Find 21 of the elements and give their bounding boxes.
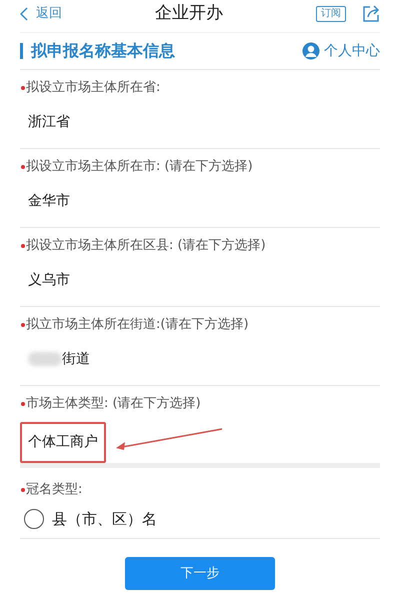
radio-button[interactable] — [24, 508, 44, 529]
share-icon[interactable] — [362, 5, 380, 23]
field-value[interactable]: 街道 — [62, 350, 90, 366]
field-value[interactable]: 浙江省 — [20, 112, 70, 132]
back-link[interactable]: 返回 — [20, 4, 62, 24]
section-title: 拟申报名称基本信息 — [20, 43, 175, 59]
field-value[interactable]: 个体工商户 — [20, 422, 106, 462]
field-label: 拟设立市场主体所在省: — [26, 79, 160, 97]
back-icon[interactable] — [20, 7, 28, 21]
field-label: 市场主体类型: (请在下方选择) — [26, 395, 201, 413]
field-label: 拟设立市场主体所在市: (请在下方选择) — [26, 158, 253, 176]
option-label: 县（市、区）名 — [52, 508, 157, 530]
field-label: 拟设立市场主体所在区县: (请在下方选择) — [26, 237, 266, 255]
field-label: 拟立市场主体所在街道:(请在下方选择) — [26, 316, 249, 334]
field-label: 冠名类型: — [26, 481, 82, 499]
user-center-link[interactable]: 个人中心 — [302, 40, 380, 62]
user-icon — [302, 42, 320, 60]
page-title: 企业开办 — [155, 2, 223, 26]
field-value[interactable]: 金华市 — [20, 190, 70, 212]
field-value[interactable]: 义乌市 — [20, 270, 70, 290]
subscribe-button[interactable]: 订阅 — [316, 6, 346, 22]
